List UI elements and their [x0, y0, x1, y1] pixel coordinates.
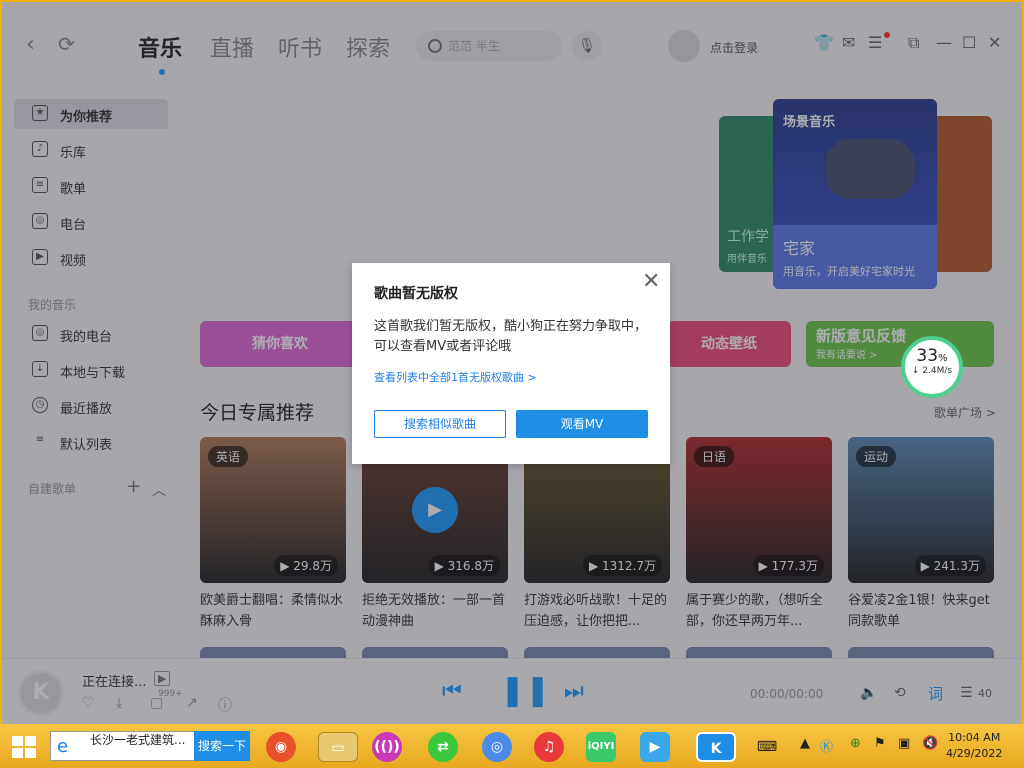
kugou-tray-icon[interactable]: Ⓚ — [820, 736, 833, 755]
plus-tray-icon[interactable]: ⊕ — [850, 736, 861, 751]
start-button[interactable] — [12, 736, 36, 758]
video-player-icon[interactable]: ▶ — [640, 732, 670, 762]
ie-icon: e — [57, 736, 69, 757]
taskbar-search-button[interactable]: 搜索一下 — [194, 731, 250, 761]
clock-time: 10:04 AM — [948, 731, 1001, 744]
clock-date: 4/29/2022 — [946, 747, 1003, 760]
firefox-icon[interactable]: ◉ — [266, 732, 296, 762]
dialog-message: 这首歌我们暂无版权，酷小狗正在努力争取中，可以查看MV或者评论哦 — [374, 319, 648, 354]
watch-mv-button[interactable]: 观看MV — [516, 410, 648, 438]
close-icon[interactable]: ✕ — [642, 269, 660, 294]
keyboard-icon[interactable]: ⌨ — [750, 732, 784, 762]
flag-icon[interactable]: ⚑ — [874, 736, 886, 751]
netease-music-icon[interactable]: ♫ — [534, 732, 564, 762]
speed-rate: ↓ 2.4M/s — [911, 366, 953, 376]
view-all-unlicensed-link[interactable]: 查看列表中全部1首无版权歌曲 > — [374, 369, 537, 385]
network-icon[interactable]: ▣ — [898, 736, 910, 751]
audio-app-icon[interactable]: (()) — [372, 732, 402, 762]
taskbar-clock[interactable]: 10:04 AM 4/29/2022 — [946, 730, 1002, 762]
kugou-taskbar-icon[interactable]: K — [696, 732, 736, 762]
file-explorer-icon[interactable]: ▭ — [318, 732, 358, 762]
taskbar-search-text: 长沙一老式建筑... — [90, 733, 186, 747]
windows-taskbar: e 长沙一老式建筑... 搜索一下 ◉ ▭ (()) ⇄ ◎ ♫ iQIYI ▶… — [0, 724, 1024, 768]
refresh-app-icon[interactable]: ⇄ — [428, 732, 458, 762]
iqiyi-icon[interactable]: iQIYI — [586, 732, 616, 762]
network-speed-widget: 33% ↓ 2.4M/s — [901, 336, 963, 398]
search-similar-button[interactable]: 搜索相似歌曲 — [374, 410, 506, 438]
chrome-icon[interactable]: ◎ — [482, 732, 512, 762]
volume-mute-icon[interactable]: 🔇 — [922, 736, 938, 751]
no-copyright-dialog: 歌曲暂无版权 ✕ 这首歌我们暂无版权，酷小狗正在努力争取中，可以查看MV或者评论… — [352, 263, 670, 464]
dialog-title: 歌曲暂无版权 — [374, 286, 458, 302]
tray-expand-icon[interactable]: ▲ — [800, 736, 810, 751]
speed-percent: 33% — [916, 346, 948, 366]
